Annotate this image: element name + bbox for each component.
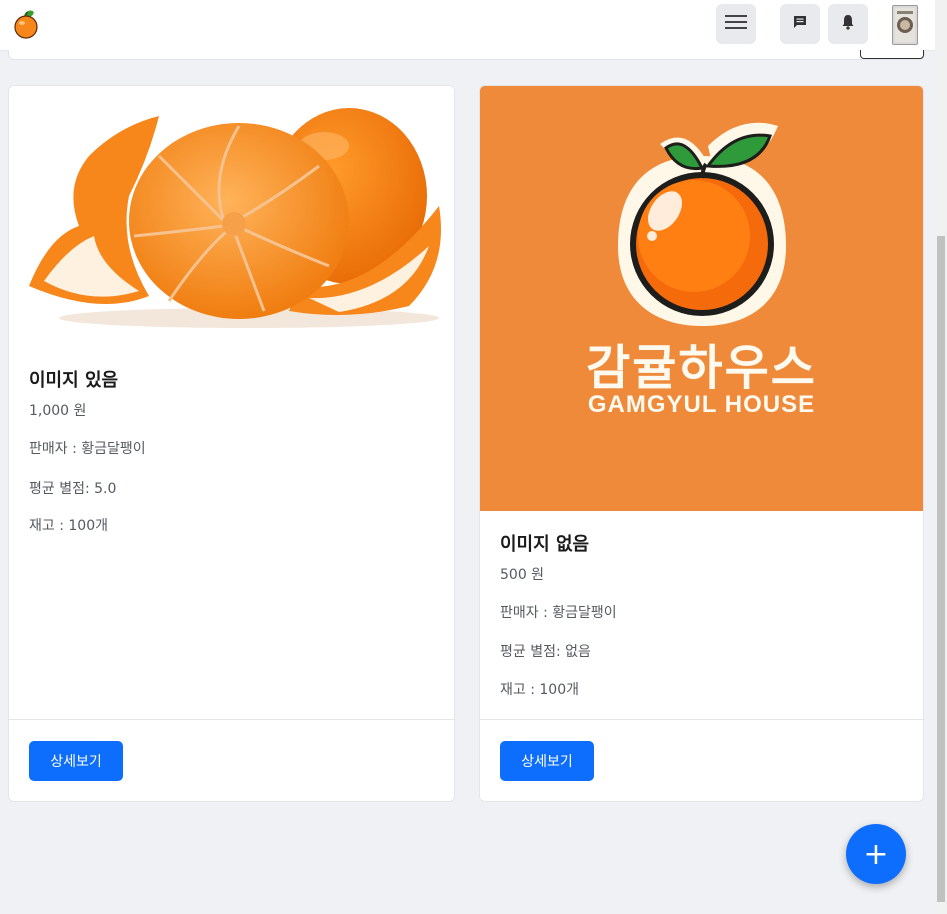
menu-button[interactable] bbox=[716, 4, 756, 44]
hamburger-icon bbox=[725, 14, 747, 34]
product-stock: 재고 : 100개 bbox=[500, 682, 579, 698]
product-seller: 판매자 : 황금달팽이 bbox=[500, 605, 617, 621]
product-card: 감귤하우스 GAMGYUL HOUSE 이미지 없음 500 원 판매자 : 황… bbox=[479, 85, 924, 802]
product-rating: 평균 별점: 5.0 bbox=[29, 481, 117, 497]
product-stock: 재고 : 100개 bbox=[29, 518, 108, 534]
logo-text-en: GAMGYUL HOUSE bbox=[587, 391, 816, 418]
filter-button[interactable] bbox=[860, 50, 924, 59]
filter-bar bbox=[8, 50, 925, 60]
product-title: 이미지 없음 bbox=[500, 534, 590, 555]
product-card: 이미지 있음 1,000 원 판매자 : 황금달팽이 평균 별점: 5.0 재고… bbox=[8, 85, 455, 802]
add-product-button[interactable]: + bbox=[846, 824, 906, 884]
product-seller: 판매자 : 황금달팽이 bbox=[29, 441, 146, 457]
logo-text-ko: 감귤하우스 bbox=[586, 340, 817, 396]
bell-icon bbox=[841, 14, 855, 34]
top-navbar bbox=[0, 0, 935, 51]
scrollbar-thumb[interactable] bbox=[937, 236, 945, 902]
product-rating: 평균 별점: 없음 bbox=[500, 644, 591, 660]
detail-button[interactable]: 상세보기 bbox=[500, 741, 594, 781]
detail-button[interactable]: 상세보기 bbox=[29, 741, 123, 781]
tangerine-icon[interactable] bbox=[13, 9, 39, 39]
notification-button[interactable] bbox=[828, 4, 868, 44]
profile-avatar[interactable] bbox=[892, 5, 918, 45]
plus-icon: + bbox=[863, 836, 889, 872]
card-footer: 상세보기 bbox=[480, 719, 923, 801]
product-price: 500 원 bbox=[500, 567, 545, 583]
page-scrollbar[interactable] bbox=[935, 0, 947, 914]
product-price: 1,000 원 bbox=[29, 403, 87, 419]
product-title: 이미지 있음 bbox=[29, 370, 119, 391]
chat-bubble-icon bbox=[792, 14, 808, 34]
gamgyul-house-logo: 감귤하우스 GAMGYUL HOUSE bbox=[480, 86, 923, 511]
chat-button[interactable] bbox=[780, 4, 820, 44]
peeled-tangerine-photo bbox=[9, 86, 454, 336]
card-footer: 상세보기 bbox=[9, 719, 454, 801]
